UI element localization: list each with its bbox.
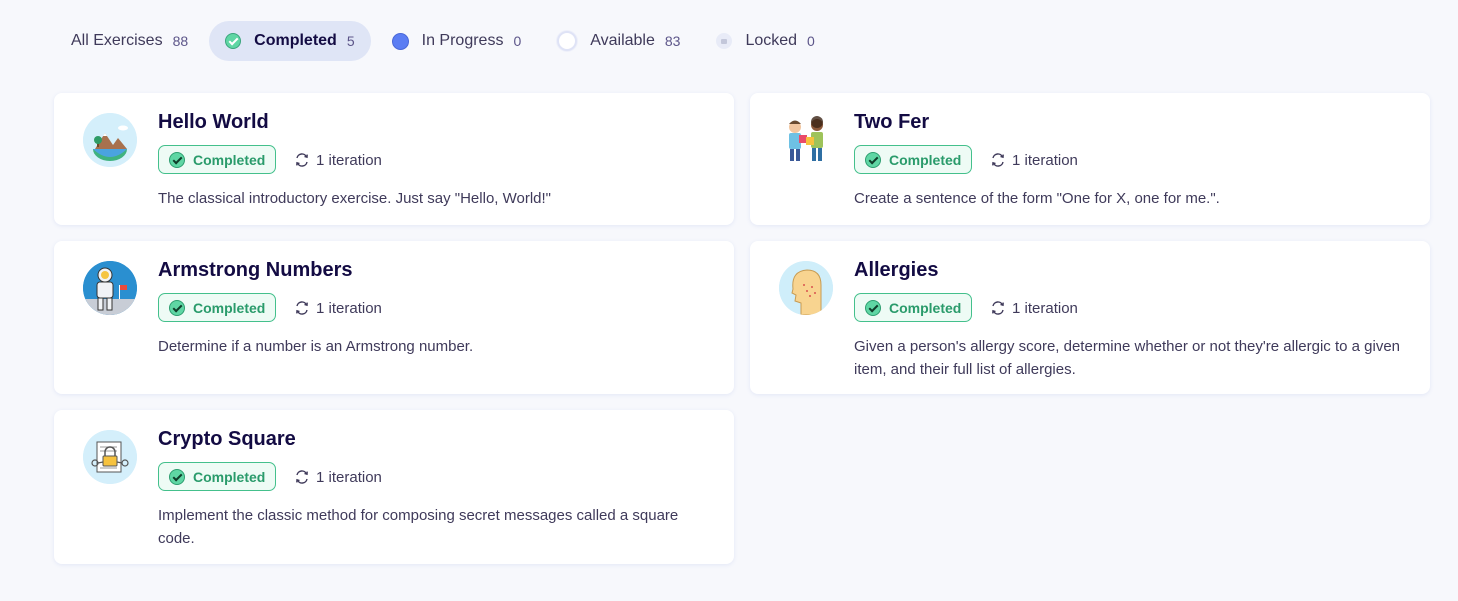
iteration-label: 1 iteration (316, 468, 382, 486)
exercise-title: Crypto Square (158, 428, 296, 450)
globe-landscape-icon (83, 113, 137, 167)
iterations-icon (296, 153, 308, 167)
exercise-description: Implement the classic method for composi… (158, 507, 679, 547)
filter-completed[interactable]: Completed 5 (209, 21, 371, 61)
iterations-icon (296, 301, 308, 315)
filter-count: 5 (346, 33, 355, 49)
filter-label: All Exercises (71, 32, 163, 49)
iteration-label: 1 iteration (1012, 151, 1078, 169)
status-badge: Completed (158, 145, 277, 174)
iteration-count: 1 iteration (294, 150, 382, 170)
check-circle-icon (865, 151, 881, 168)
face-profile-icon (779, 261, 833, 315)
iteration-count: 1 iteration (294, 298, 382, 318)
filter-count: 88 (172, 33, 189, 49)
filter-count: 0 (807, 33, 815, 49)
filter-label: In Progress (421, 32, 504, 49)
filter-available[interactable]: Available 83 (542, 21, 695, 61)
lock-icon (716, 33, 733, 49)
check-circle-icon (169, 299, 185, 316)
filter-label: Locked (745, 32, 798, 49)
available-ring-icon (557, 31, 578, 51)
iterations-icon (992, 153, 1004, 167)
exercise-title: Two Fer (854, 111, 930, 133)
iterations-icon (992, 301, 1004, 315)
iteration-label: 1 iteration (316, 299, 382, 317)
iterations-icon (296, 470, 308, 484)
iteration-count: 1 iteration (294, 467, 382, 487)
iteration-label: 1 iteration (1012, 299, 1078, 317)
exercise-description: Determine if a number is an Armstrong nu… (158, 338, 474, 355)
check-circle-icon (169, 468, 185, 485)
filter-in-progress[interactable]: In Progress 0 (377, 21, 537, 61)
status-label: Completed (889, 151, 962, 168)
exercise-title: Armstrong Numbers (158, 259, 353, 281)
status-badge: Completed (158, 462, 277, 491)
exercise-title: Hello World (158, 111, 269, 133)
check-circle-icon (225, 33, 242, 49)
exercise-card-two-fer[interactable]: Two Fer Completed 1 iteration Create a s… (750, 93, 1430, 225)
two-people-puzzle-icon (779, 113, 833, 167)
exercise-description: Given a person's allergy score, determin… (854, 338, 1401, 378)
astronaut-icon (83, 261, 137, 315)
in-progress-dot-icon (391, 32, 409, 50)
filter-count: 0 (513, 33, 522, 49)
padlock-document-icon (83, 430, 137, 484)
check-circle-icon (169, 151, 185, 168)
status-badge: Completed (158, 293, 277, 322)
filter-count: 83 (664, 33, 681, 49)
iteration-label: 1 iteration (316, 151, 382, 169)
status-label: Completed (193, 151, 266, 168)
status-badge: Completed (854, 293, 973, 322)
filter-locked[interactable]: Locked 0 (701, 21, 829, 61)
status-label: Completed (889, 299, 962, 316)
exercise-filter-bar: All Exercises 88 Completed 5 In Progress… (56, 21, 836, 61)
exercise-card-allergies[interactable]: Allergies Completed 1 iteration Given a … (750, 241, 1430, 394)
filter-label: Available (590, 32, 655, 49)
iteration-count: 1 iteration (990, 150, 1078, 170)
filter-label: Completed (254, 32, 337, 49)
check-circle-icon (865, 299, 881, 316)
exercise-description: The classical introductory exercise. Jus… (158, 190, 552, 207)
exercise-card-armstrong-numbers[interactable]: Armstrong Numbers Completed 1 iteration … (54, 241, 734, 394)
exercise-description: Create a sentence of the form "One for X… (854, 190, 1220, 207)
exercise-card-hello-world[interactable]: Hello World Completed 1 iteration The cl… (54, 93, 734, 225)
status-label: Completed (193, 299, 266, 316)
status-label: Completed (193, 468, 266, 485)
exercise-card-crypto-square[interactable]: Crypto Square Completed 1 iteration Impl… (54, 410, 734, 564)
exercise-title: Allergies (854, 259, 939, 281)
status-badge: Completed (854, 145, 973, 174)
iteration-count: 1 iteration (990, 298, 1078, 318)
filter-all-exercises[interactable]: All Exercises 88 (56, 21, 203, 61)
